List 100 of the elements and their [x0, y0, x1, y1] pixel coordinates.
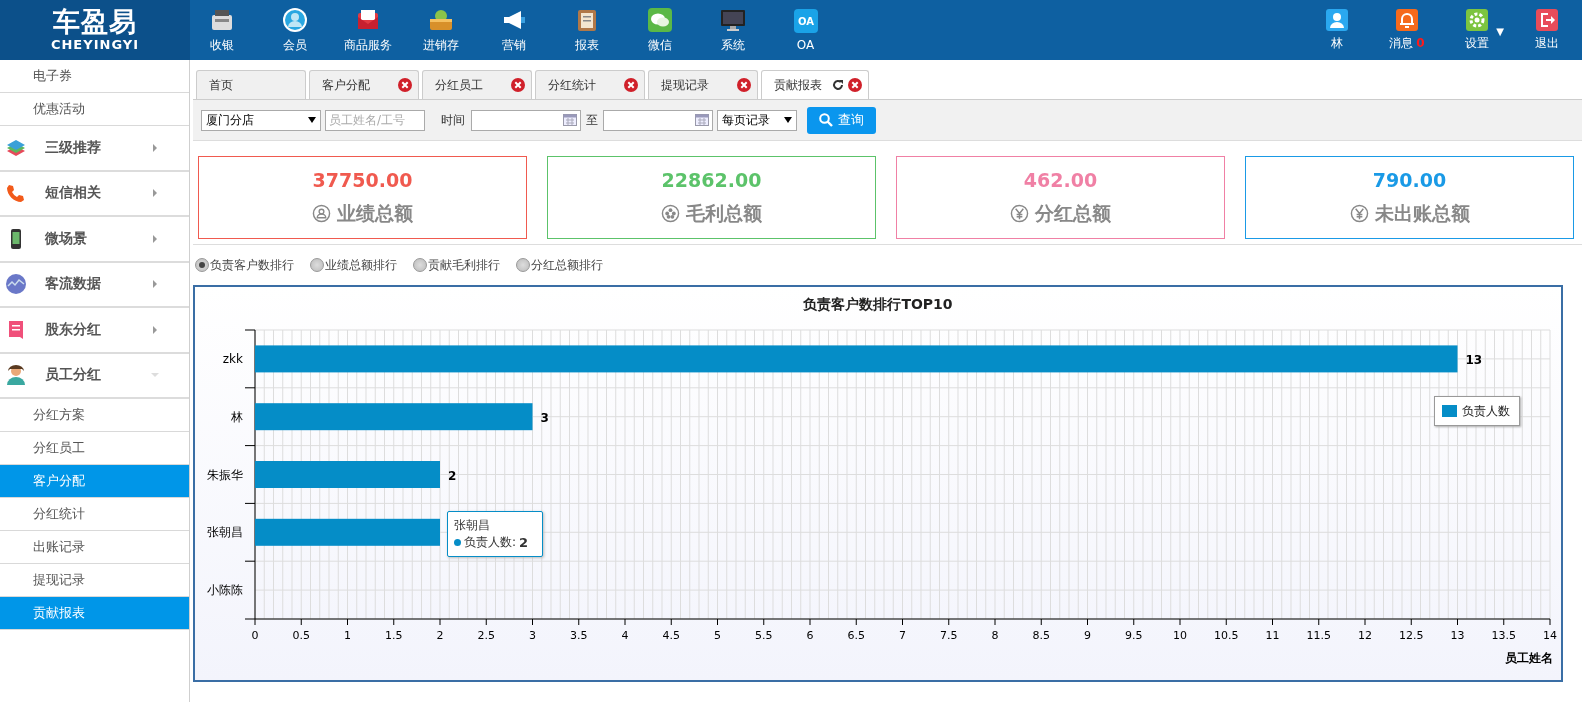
- tooltip-series: 负责人数:: [464, 534, 517, 551]
- axis-tick-label: 0.5: [292, 629, 310, 642]
- person-circle-icon: [312, 204, 331, 223]
- axis-tick-label: 10.5: [1214, 629, 1239, 642]
- axis-tick-label: 8.5: [1032, 629, 1050, 642]
- line-chart-icon: [5, 273, 27, 296]
- axis-tick-label: 10: [1173, 629, 1187, 642]
- ranking-radio[interactable]: 负责客户数排行: [195, 255, 294, 275]
- axis-tick-label: 5: [714, 629, 721, 642]
- tab[interactable]: 分红统计: [535, 70, 645, 99]
- end-date-field[interactable]: [603, 109, 713, 131]
- category-label: 林: [231, 409, 243, 424]
- ranking-radio[interactable]: 贡献毛利排行: [413, 255, 500, 275]
- chart-title: 负责客户数排行TOP10: [803, 296, 953, 312]
- tab[interactable]: 首页: [196, 70, 306, 99]
- header-menu-item[interactable]: 林: [1302, 0, 1372, 60]
- legend-label: 负责人数: [1462, 402, 1510, 420]
- caret-right-icon: [151, 280, 159, 289]
- axis-tick-label: 1: [344, 629, 351, 642]
- refresh-icon[interactable]: [832, 79, 844, 91]
- caret-right-icon: [151, 189, 159, 198]
- nav-item[interactable]: 微信: [623, 0, 696, 60]
- group-label: 微场景: [45, 229, 88, 248]
- sidebar-group[interactable]: 客流数据: [0, 262, 189, 308]
- dropdown-caret: ▼: [1496, 26, 1504, 37]
- ranking-radio[interactable]: 业绩总额排行: [310, 255, 397, 275]
- logout-icon: [1536, 8, 1558, 31]
- axis-tick-label: 11.5: [1306, 629, 1331, 642]
- gear-icon: [1466, 8, 1488, 31]
- user-circle-icon: [281, 6, 308, 33]
- person-icon: [5, 364, 27, 387]
- tab[interactable]: 客户分配: [309, 70, 419, 99]
- nav-item[interactable]: 商品服务: [331, 0, 404, 60]
- header-menu-item[interactable]: 退出: [1512, 0, 1582, 60]
- user-icon: [1326, 8, 1348, 31]
- sidebar-group[interactable]: 股东分红: [0, 308, 189, 354]
- logo-latin: CHEYINGYI: [50, 37, 140, 53]
- chat-icon: [646, 6, 673, 33]
- time-label: 时间: [441, 111, 465, 129]
- tab[interactable]: 分红员工: [422, 70, 532, 99]
- nav-item[interactable]: 会员: [258, 0, 331, 60]
- close-icon[interactable]: [624, 78, 638, 92]
- header-menu-item[interactable]: 消息 0: [1372, 0, 1442, 60]
- store-select[interactable]: 厦门分店: [201, 109, 321, 131]
- logo[interactable]: 车盈易 CHEYINGYI: [0, 0, 190, 60]
- header-menu-item[interactable]: 设置 ▼: [1442, 0, 1512, 60]
- employee-field[interactable]: 员工姓名/工号: [325, 109, 425, 131]
- dropdown-arrow-icon: [308, 117, 316, 123]
- axis-tick-label: 11: [1265, 629, 1280, 642]
- axis-tick-label: 9: [1084, 629, 1091, 642]
- axis-tick-label: 4.5: [662, 629, 680, 642]
- start-date-field[interactable]: [471, 109, 581, 131]
- close-icon[interactable]: [398, 78, 412, 92]
- radio-label: 负责客户数排行: [210, 256, 294, 274]
- axis-tick-label: 6.5: [847, 629, 865, 642]
- radio-button[interactable]: [310, 258, 324, 272]
- axis-tick-label: 7: [899, 629, 906, 642]
- nav-item[interactable]: 营销: [477, 0, 550, 60]
- yen-circle-icon: [1349, 204, 1369, 223]
- radio-button[interactable]: [516, 258, 530, 272]
- ranking-radio[interactable]: 分红总额排行: [516, 255, 603, 275]
- tab-label: 分红员工: [435, 76, 484, 94]
- sidebar-group[interactable]: 微场景: [0, 217, 189, 263]
- tooltip-value: 2: [519, 534, 529, 551]
- sidebar-group[interactable]: 短信相关: [0, 171, 189, 217]
- card-label: 未出账总额: [1374, 200, 1470, 226]
- bell-icon: [1396, 8, 1418, 31]
- axis-tick-label: 1.5: [385, 629, 403, 642]
- radio-button[interactable]: [413, 258, 427, 272]
- tab-label: 提现记录: [661, 76, 710, 94]
- card-value: 462.00: [1023, 168, 1098, 191]
- nav-item[interactable]: 报表: [550, 0, 623, 60]
- caret-right-icon: [151, 143, 159, 152]
- group-label: 三级推荐: [45, 138, 102, 157]
- nav-item[interactable]: 系统: [696, 0, 769, 60]
- close-icon[interactable]: [511, 78, 525, 92]
- axis-tick-label: 13.5: [1491, 629, 1516, 642]
- category-label: 朱振华: [207, 467, 243, 482]
- radio-label: 分红总额排行: [531, 256, 603, 274]
- nav-item[interactable]: OA OA: [769, 0, 842, 60]
- card-label: 业绩总额: [337, 200, 413, 226]
- flower-circle-icon: [661, 204, 680, 223]
- yen-circle-icon: [1010, 204, 1029, 223]
- axis-tick-label: 6: [806, 629, 814, 642]
- close-icon[interactable]: [848, 78, 862, 92]
- card-value: 790.00: [1372, 168, 1447, 191]
- page-size-select[interactable]: 每页记录: [717, 109, 797, 131]
- tab[interactable]: 提现记录: [648, 70, 758, 99]
- tab[interactable]: 贡献报表: [761, 70, 869, 99]
- axis-tick-label: 12.5: [1399, 629, 1424, 642]
- group-label: 员工分红: [45, 366, 102, 385]
- close-icon[interactable]: [737, 78, 751, 92]
- radio-button[interactable]: [195, 258, 209, 272]
- nav-item[interactable]: 进销存: [404, 0, 477, 60]
- sidebar-group[interactable]: 三级推荐: [0, 126, 189, 172]
- message-count: 0: [1416, 35, 1425, 50]
- axis-tick-label: 5.5: [755, 629, 773, 642]
- card-label: 毛利总额: [686, 200, 762, 226]
- group-label: 短信相关: [45, 184, 102, 203]
- axis-tick-label: 8: [991, 629, 999, 642]
